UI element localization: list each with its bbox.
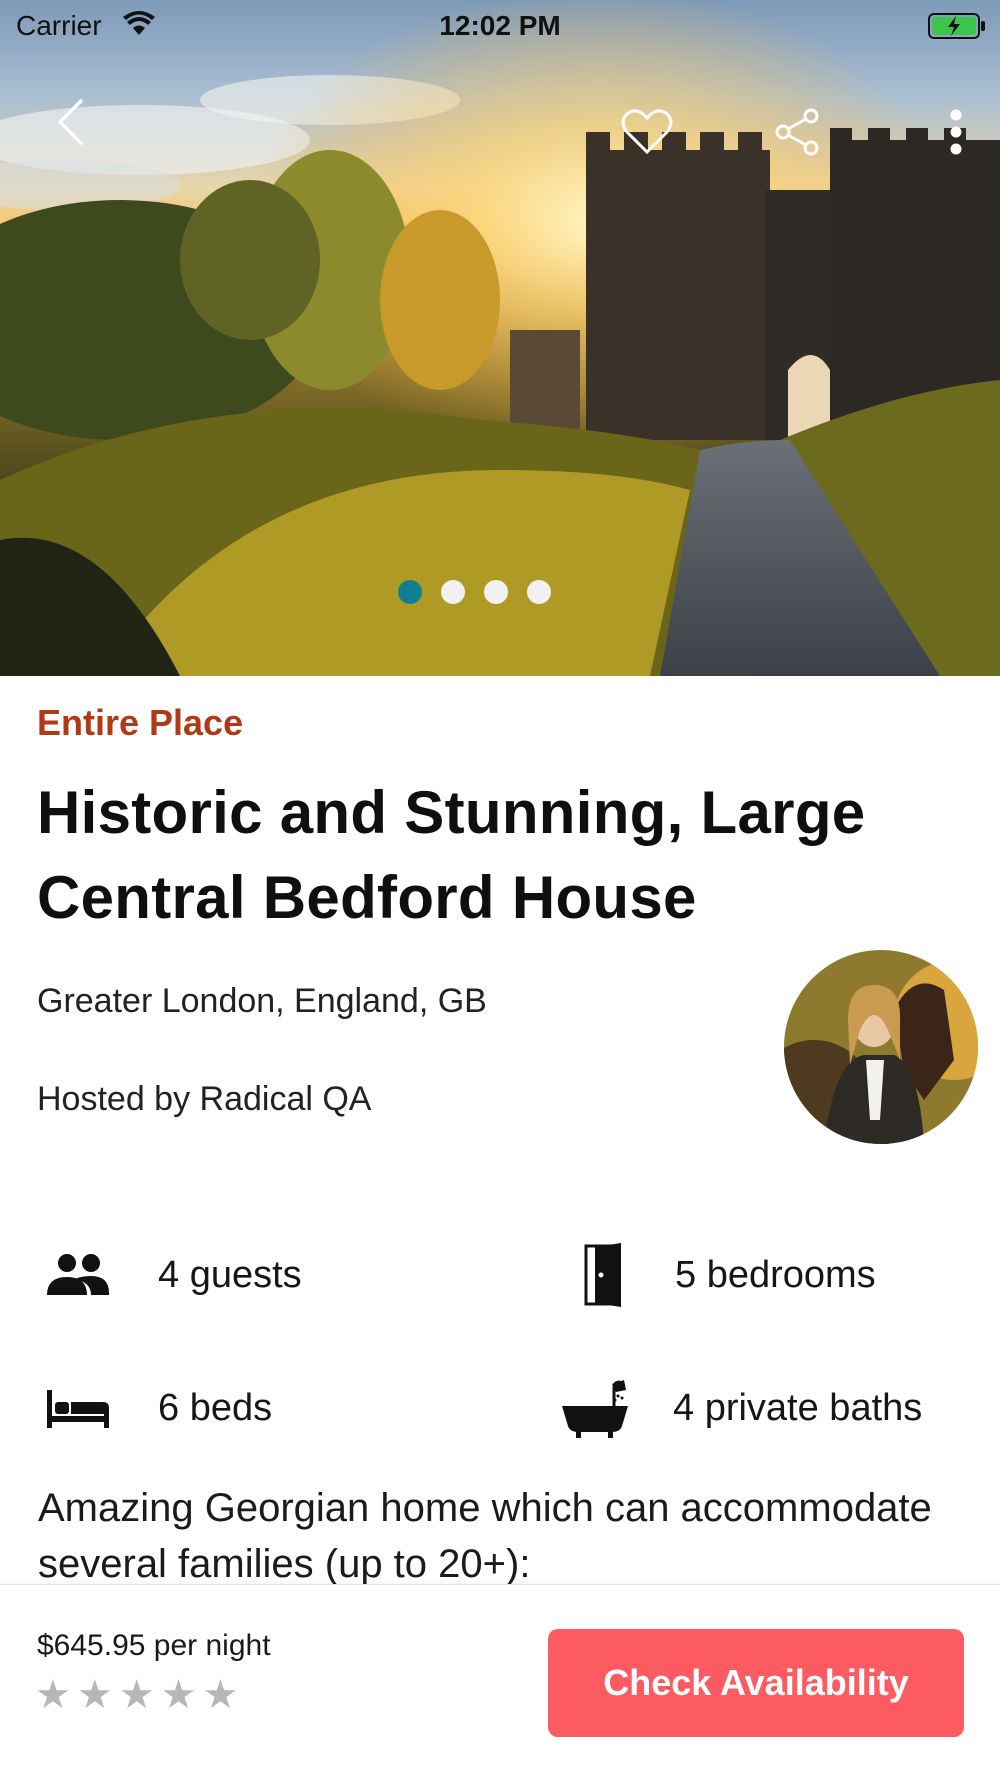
- host-photo: [784, 950, 978, 1144]
- star-icon: ★: [202, 1673, 239, 1717]
- star-icon: ★: [118, 1673, 155, 1717]
- pager-dot-1[interactable]: [398, 580, 422, 604]
- star-icon: ★: [76, 1673, 113, 1717]
- people-icon: [38, 1240, 118, 1310]
- favorite-button[interactable]: [615, 100, 679, 164]
- more-options-button[interactable]: [924, 100, 988, 164]
- castle-photo: [0, 0, 1000, 676]
- guests-count: 4 guests: [158, 1253, 302, 1296]
- amenity-bedrooms: 5 bedrooms: [565, 1240, 876, 1310]
- chevron-left-icon: [58, 99, 83, 145]
- status-time: 12:02 PM: [439, 10, 561, 41]
- amenity-beds: 6 beds: [38, 1373, 272, 1443]
- listing-description: Amazing Georgian home which can accommod…: [38, 1486, 932, 1586]
- amenity-guests: 4 guests: [38, 1240, 302, 1310]
- amenity-baths: 4 private baths: [555, 1373, 922, 1443]
- bedrooms-count: 5 bedrooms: [675, 1253, 876, 1296]
- bathtub-icon: [555, 1373, 635, 1443]
- rating-stars: ★ ★ ★ ★ ★: [35, 1675, 238, 1715]
- price-per-night: $645.95 per night: [37, 1629, 271, 1662]
- baths-count: 4 private baths: [673, 1386, 923, 1429]
- more-vertical-icon: [950, 109, 962, 155]
- host-label: Hosted by Radical QA: [37, 1080, 372, 1118]
- listing-type: Entire Place: [37, 702, 244, 743]
- host-avatar[interactable]: [784, 950, 978, 1144]
- share-icon: [775, 108, 819, 156]
- star-icon: ★: [160, 1673, 197, 1717]
- star-icon: ★: [35, 1673, 71, 1717]
- pager-dot-3[interactable]: [484, 580, 508, 604]
- pager-dot-4[interactable]: [527, 580, 551, 604]
- status-bar: Carrier 12:02 PM: [0, 0, 1000, 50]
- listing-location: Greater London, England, GB: [37, 982, 487, 1020]
- beds-count: 6 beds: [158, 1386, 273, 1429]
- pager-dot-2[interactable]: [441, 580, 465, 604]
- hero-photo[interactable]: Carrier 12:02 PM: [0, 0, 1000, 676]
- share-button[interactable]: [765, 100, 829, 164]
- heart-icon: [621, 109, 673, 155]
- bed-icon: [38, 1373, 118, 1443]
- photo-pager[interactable]: [398, 580, 551, 604]
- door-icon: [565, 1240, 645, 1310]
- booking-bar: $645.95 per night ★ ★ ★ ★ ★ Check Availa…: [0, 1584, 1000, 1779]
- battery-charging-icon: [928, 13, 985, 39]
- back-button[interactable]: [38, 90, 102, 154]
- check-availability-button[interactable]: Check Availability: [548, 1629, 964, 1737]
- listing-title: Historic and Stunning, Large Central Bed…: [37, 779, 866, 931]
